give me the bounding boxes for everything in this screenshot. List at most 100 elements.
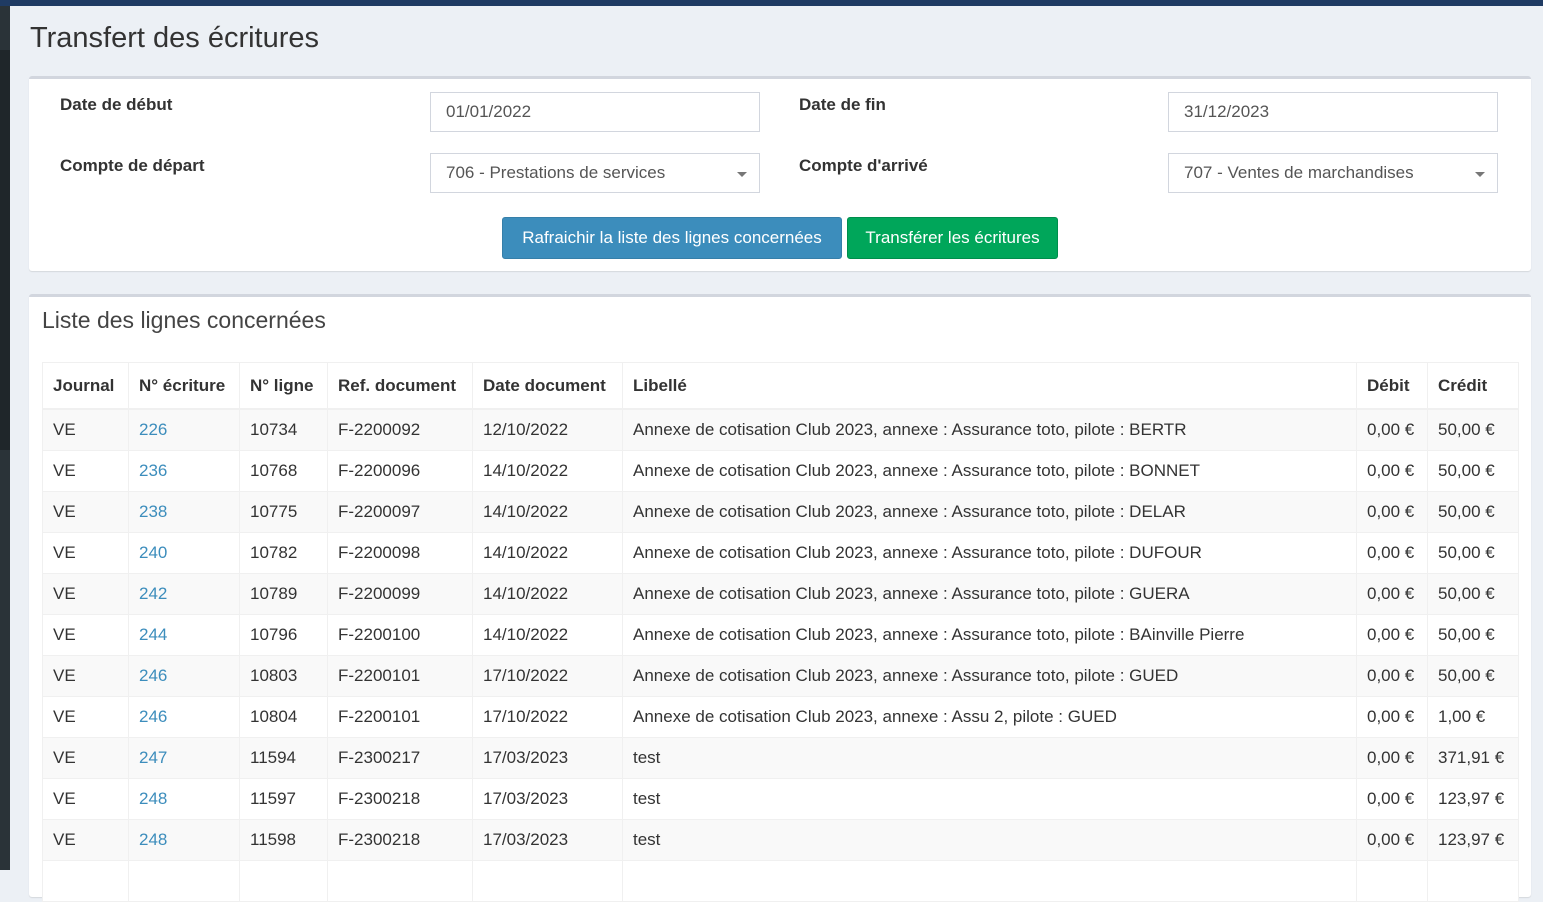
left-sidebar-edge [0,6,10,870]
ecriture-link[interactable]: 247 [139,748,167,767]
cell-journal [42,860,129,902]
cell-credit: 371,91 € [1427,737,1519,779]
cell-debit: 0,00 € [1356,614,1428,656]
table-header-row: Journal N° écriture N° ligne Ref. document D… [42,362,1519,410]
cell-ecriture: 226 [128,409,240,451]
cell-journal: VE [42,491,129,533]
cell-ligne [239,860,328,902]
cell-journal: VE [42,655,129,697]
cell-ligne: 10775 [239,491,328,533]
cell-ecriture: 248 [128,819,240,861]
transfer-entries-button[interactable]: Transférer les écritures [847,217,1058,259]
ecriture-link[interactable]: 242 [139,584,167,603]
cell-journal: VE [42,737,129,779]
cell-date: 14/10/2022 [472,491,623,533]
chevron-down-icon [737,172,747,177]
column-header-ecriture[interactable]: N° écriture [128,362,240,410]
cell-debit: 0,00 € [1356,409,1428,451]
compte-arrive-value: 707 - Ventes de marchandises [1184,163,1414,182]
compte-depart-value: 706 - Prestations de services [446,163,666,182]
column-header-date[interactable]: Date document [472,362,623,410]
ecriture-link[interactable]: 244 [139,625,167,644]
cell-libelle: test [622,778,1357,820]
column-header-ref[interactable]: Ref. document [327,362,473,410]
top-nav-bar [0,0,1543,6]
column-header-journal[interactable]: Journal [42,362,129,410]
cell-date: 14/10/2022 [472,573,623,615]
cell-debit: 0,00 € [1356,532,1428,574]
cell-debit: 0,00 € [1356,778,1428,820]
cell-ligne: 10796 [239,614,328,656]
table-row: VE 248 11597 F-2300218 17/03/2023 test 0,00 €1… [42,778,1519,820]
column-header-debit[interactable]: Débit [1356,362,1428,410]
refresh-list-button[interactable]: Rafraichir la liste des lignes concernée… [502,217,842,259]
table-row: VE 244 10796 F-2200100 14/10/2022 Annexe de c… [42,614,1519,656]
column-header-ligne[interactable]: N° ligne [239,362,328,410]
cell-credit: 50,00 € [1427,614,1519,656]
cell-journal: VE [42,450,129,492]
table-row: VE 247 11594 F-2300217 17/03/2023 test 0,00 €3… [42,737,1519,779]
ecriture-link[interactable]: 238 [139,502,167,521]
date-debut-input[interactable]: 01/01/2022 [430,92,760,132]
cell-debit: 0,00 € [1356,737,1428,779]
cell-credit: 50,00 € [1427,655,1519,697]
date-fin-label: Date de fin [799,95,886,114]
cell-ref: F-2200096 [327,450,473,492]
ecriture-link[interactable]: 248 [139,830,167,849]
cell-ligne: 10803 [239,655,328,697]
compte-depart-select[interactable]: 706 - Prestations de services [430,153,760,193]
cell-libelle: Annexe de cotisation Club 2023, annexe :… [622,409,1357,451]
ecriture-link[interactable]: 248 [139,789,167,808]
cell-debit: 0,00 € [1356,573,1428,615]
cell-ligne: 10782 [239,532,328,574]
ecriture-link[interactable]: 226 [139,420,167,439]
cell-ref: F-2200101 [327,696,473,738]
cell-libelle: Annexe de cotisation Club 2023, annexe :… [622,573,1357,615]
cell-credit: 1,00 € [1427,696,1519,738]
transfer-form-panel: Date de début 01/01/2022 Date de fin 31/… [29,76,1531,271]
cell-date: 17/03/2023 [472,819,623,861]
cell-ligne: 11594 [239,737,328,779]
chevron-down-icon [1475,172,1485,177]
column-header-credit[interactable]: Crédit [1427,362,1519,410]
ecriture-link[interactable]: 246 [139,666,167,685]
cell-debit: 0,00 € [1356,819,1428,861]
table-row: VE 248 11598 F-2300218 17/03/2023 test 0,00 €1… [42,819,1519,861]
cell-date: 17/10/2022 [472,696,623,738]
compte-arrive-label: Compte d'arrivé [799,156,928,175]
cell-date: 12/10/2022 [472,409,623,451]
cell-journal: VE [42,819,129,861]
cell-ref: F-2200092 [327,409,473,451]
cell-ecriture: 240 [128,532,240,574]
cell-credit: 123,97 € [1427,819,1519,861]
cell-ref: F-2200101 [327,655,473,697]
compte-depart-label: Compte de départ [60,156,205,175]
ecriture-link[interactable]: 240 [139,543,167,562]
compte-arrive-select[interactable]: 707 - Ventes de marchandises [1168,153,1498,193]
cell-ligne: 10768 [239,450,328,492]
cell-date [472,860,623,902]
cell-ligne: 10734 [239,409,328,451]
cell-debit: 0,00 € [1356,491,1428,533]
cell-credit: 50,00 € [1427,409,1519,451]
cell-ref: F-2200099 [327,573,473,615]
table-row [42,860,1519,902]
cell-date: 17/03/2023 [472,778,623,820]
cell-ecriture: 246 [128,655,240,697]
ecriture-link[interactable]: 236 [139,461,167,480]
list-title: Liste des lignes concernées [42,307,326,333]
cell-libelle: Annexe de cotisation Club 2023, annexe :… [622,696,1357,738]
table-row: VE 226 10734 F-2200092 12/10/2022 Annexe de c… [42,409,1519,451]
column-header-libelle[interactable]: Libellé [622,362,1357,410]
cell-ref: F-2300218 [327,819,473,861]
cell-libelle [622,860,1357,902]
cell-ref: F-2300217 [327,737,473,779]
date-fin-input[interactable]: 31/12/2023 [1168,92,1498,132]
cell-journal: VE [42,614,129,656]
ecriture-link[interactable]: 246 [139,707,167,726]
cell-journal: VE [42,778,129,820]
date-debut-label: Date de début [60,95,173,114]
cell-debit [1356,860,1428,902]
table-row: VE 246 10804 F-2200101 17/10/2022 Annexe de c… [42,696,1519,738]
cell-libelle: Annexe de cotisation Club 2023, annexe :… [622,655,1357,697]
